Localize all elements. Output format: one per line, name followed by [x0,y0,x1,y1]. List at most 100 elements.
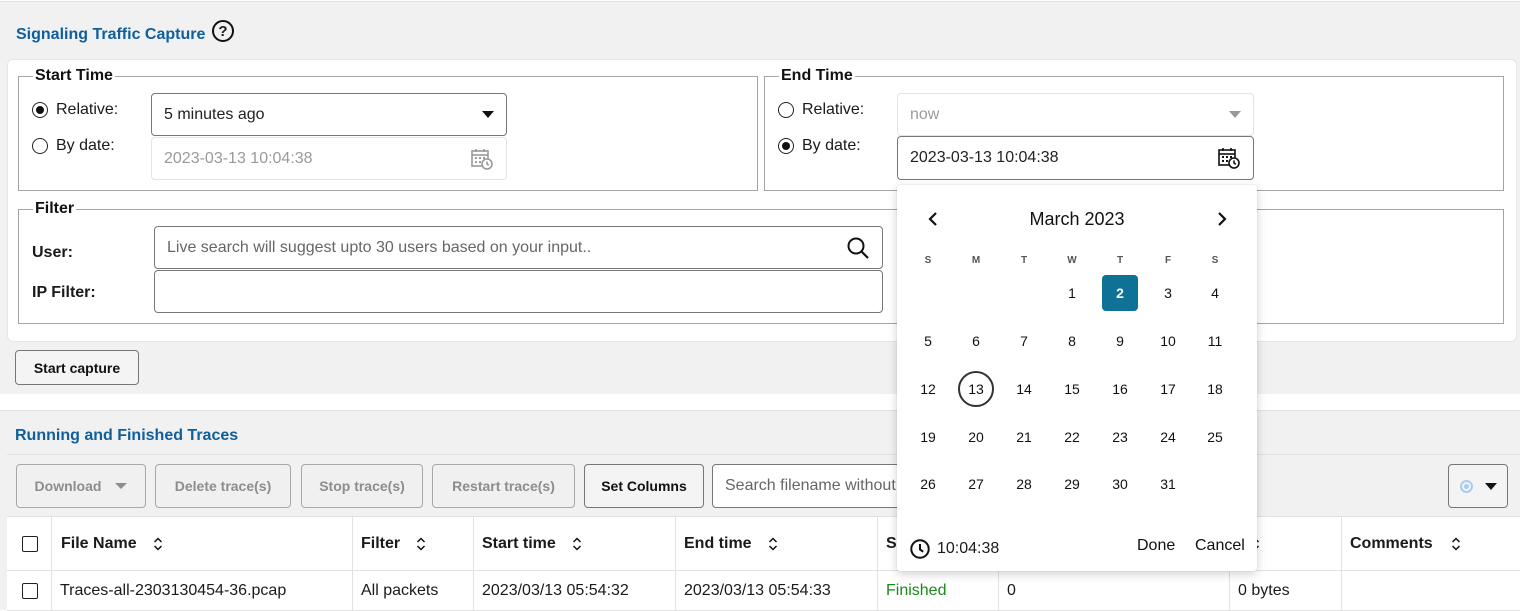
time-value: 10:04:38 [937,540,1000,557]
calendar-day[interactable]: 31 [1150,466,1186,502]
radio-selected-icon[interactable] [32,102,48,118]
cell-end-time: 2023/03/13 05:54:33 [684,582,831,599]
end-relative-radio[interactable]: Relative: [778,101,864,119]
user-search-input[interactable]: Live search will suggest upto 30 users b… [154,226,883,269]
cell-packets: 0 [1007,582,1016,599]
ip-filter-input[interactable] [154,270,883,313]
column-header-comments[interactable]: Comments [1350,517,1461,570]
calendar-day[interactable]: 20 [958,419,994,455]
calendar-day[interactable]: 4 [1197,275,1233,311]
start-relative-select[interactable]: 5 minutes ago [151,93,507,136]
divider [473,517,474,611]
sort-icon[interactable] [768,536,778,551]
calendar-day[interactable]: 19 [910,419,946,455]
set-columns-button[interactable]: Set Columns [584,464,704,508]
calendar-day[interactable]: 27 [958,466,994,502]
calendar-day[interactable]: 21 [1006,419,1042,455]
restart-traces-button[interactable]: Restart trace(s) [432,464,575,508]
calendar-day[interactable]: 8 [1054,323,1090,359]
end-time-legend: End Time [781,67,853,84]
end-relative-value: now [910,105,940,123]
sort-icon[interactable] [153,536,163,551]
calendar-day[interactable]: 18 [1197,371,1233,407]
column-header-label: File Name [61,534,137,552]
end-by-date-radio[interactable]: By date: [778,137,861,155]
calendar-day[interactable]: 15 [1054,371,1090,407]
start-date-input[interactable]: 2023-03-13 10:04:38 [151,137,507,180]
checkbox-icon[interactable] [22,535,38,552]
cell-file-name[interactable]: Traces-all-2303130454-36.pcap [60,571,286,611]
column-header-start-time[interactable]: Start time [482,517,582,570]
start-by-date-radio[interactable]: By date: [32,137,115,155]
checkbox-icon[interactable] [22,583,38,599]
column-header-status[interactable]: S [886,517,897,570]
calendar-day[interactable]: 14 [1006,371,1042,407]
column-header-filter[interactable]: Filter [361,517,426,570]
calendar-clock-icon[interactable] [470,147,494,171]
stop-traces-button[interactable]: Stop trace(s) [301,464,423,508]
column-header-end-time[interactable]: End time [684,517,778,570]
calendar-day-selected[interactable]: 2 [1102,275,1138,311]
download-label: Download [34,478,102,494]
radio-unselected-icon[interactable] [778,102,794,118]
calendar-day[interactable]: 3 [1150,275,1186,311]
cancel-button[interactable]: Cancel [1195,537,1245,555]
cell-filter: All packets [361,582,439,599]
start-capture-button[interactable]: Start capture [15,350,139,385]
radio-selected-icon[interactable] [778,138,794,154]
done-button[interactable]: Done [1137,537,1175,555]
end-relative-select[interactable]: now [897,93,1254,136]
column-header-label: Start time [482,534,556,552]
end-date-input[interactable]: 2023-03-13 10:04:38 [897,136,1254,180]
column-header-label: Filter [361,534,401,552]
calendar-day[interactable]: 25 [1197,419,1233,455]
calendar-day[interactable]: 30 [1102,466,1138,502]
calendar-clock-icon[interactable] [1217,146,1241,170]
calendar-day[interactable]: 28 [1006,466,1042,502]
end-relative-label: Relative: [802,101,865,118]
calendar-day-today[interactable]: 13 [958,371,994,407]
column-options-dropdown[interactable] [1448,464,1508,508]
radio-unselected-icon[interactable] [32,138,48,154]
calendar-day[interactable]: 1 [1054,275,1090,311]
sort-icon[interactable] [416,536,426,551]
chevron-right-icon[interactable] [1216,211,1228,227]
capture-title: Signaling Traffic Capture [16,26,206,43]
user-search-placeholder: Live search will suggest upto 30 users b… [167,238,592,256]
delete-traces-button[interactable]: Delete trace(s) [155,464,291,508]
question-circle-icon[interactable]: ? [212,20,234,42]
calendar-day[interactable]: 16 [1102,371,1138,407]
calendar-day[interactable]: 10 [1150,323,1186,359]
search-icon[interactable] [846,236,870,260]
calendar-day[interactable]: 26 [910,466,946,502]
weekday-header: T [1020,255,1028,266]
calendar-day[interactable]: 7 [1006,323,1042,359]
calendar-day[interactable]: 12 [910,371,946,407]
column-header-file-name[interactable]: File Name [61,517,163,570]
divider [7,454,1520,455]
calendar-day[interactable]: 23 [1102,419,1138,455]
divider [675,517,676,611]
row-checkbox[interactable] [22,571,38,611]
calendar-day[interactable]: 29 [1054,466,1090,502]
start-relative-radio[interactable]: Relative: [32,101,118,119]
datepicker-popover: March 2023 SMTWTFS 1 2 3 4 5 6 7 8 9 10 11 12 13 14 15… [897,185,1257,571]
calendar-day[interactable]: 9 [1102,323,1138,359]
calendar-day[interactable]: 6 [958,323,994,359]
calendar-day[interactable]: 24 [1150,419,1186,455]
calendar-day[interactable]: 5 [910,323,946,359]
sort-icon[interactable] [1451,536,1461,551]
traces-title: Running and Finished Traces [15,427,239,444]
calendar-day[interactable]: 17 [1150,371,1186,407]
calendar-day[interactable]: 22 [1054,419,1090,455]
time-selector[interactable]: 10:04:38 [909,538,999,560]
filename-search-input[interactable]: Search filename without [712,464,912,508]
divider [1341,517,1342,611]
download-button[interactable]: Download [16,464,146,508]
next-month-button[interactable] [1212,209,1232,229]
sort-icon[interactable] [572,536,582,551]
calendar-day[interactable]: 11 [1197,323,1233,359]
weekday-header: W [1067,255,1077,266]
select-all-checkbox[interactable] [22,517,38,570]
divider [877,517,878,611]
